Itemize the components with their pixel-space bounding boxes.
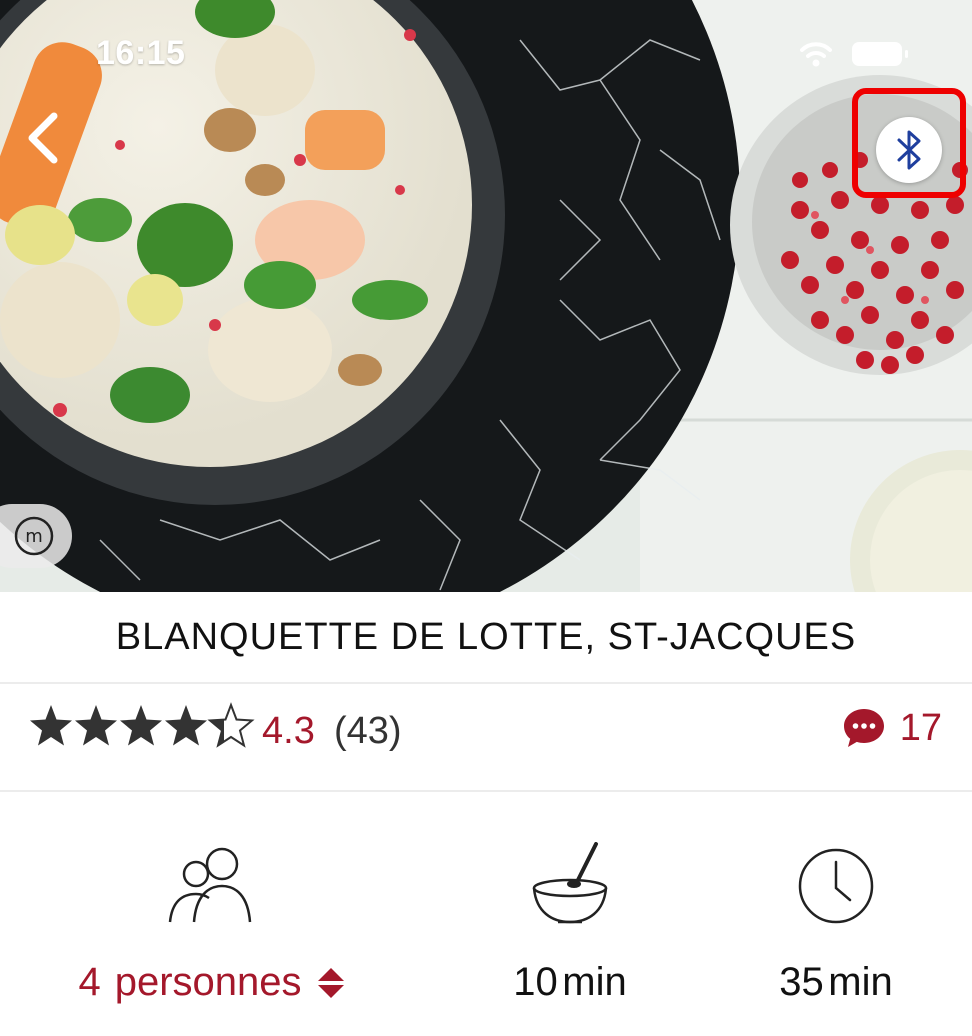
hero-photo [0, 0, 972, 592]
wifi-icon [800, 42, 832, 67]
recipe-title: BLANQUETTE DE LOTTE, ST-JACQUES [115, 615, 857, 658]
recipe-hero-image: 16:15 m [0, 0, 972, 592]
prep-time: 10 min [470, 832, 670, 1005]
stars-graphic [30, 704, 253, 747]
star-rating[interactable] [28, 702, 258, 750]
recipe-info-row: 4 personnes 10 min 35 min [0, 792, 972, 1036]
back-button[interactable] [22, 110, 66, 166]
back-chevron-icon [28, 112, 58, 164]
comments-count: 17 [899, 706, 942, 749]
servings-selector[interactable]: 4 personnes [62, 832, 362, 1005]
rating-value: 4.3 [262, 710, 315, 752]
people-icon [168, 847, 252, 923]
status-time: 16:15 [96, 34, 186, 72]
comment-bubble-icon [843, 709, 884, 747]
star-icon [165, 705, 207, 746]
servings-unit: personnes [114, 960, 302, 1004]
rating-row: 4.3 (43) 17 [0, 684, 972, 790]
prep-unit: min [562, 960, 627, 1004]
total-time-value: 35 min [736, 960, 936, 1005]
prep-time-value: 10 min [470, 960, 670, 1005]
m-logo-icon: m [14, 516, 54, 556]
sort-arrows-icon [317, 967, 344, 998]
total-number: 35 [779, 960, 824, 1004]
bowl-icon [532, 842, 608, 924]
battery-icon [852, 42, 908, 66]
bluetooth-button[interactable] [876, 117, 942, 183]
rating-count: (43) [334, 710, 402, 752]
comments-button[interactable]: 17 [842, 706, 942, 750]
svg-text:m: m [25, 526, 43, 547]
m-logo-button[interactable]: m [0, 504, 72, 568]
total-time: 35 min [736, 832, 936, 1005]
star-icon [209, 704, 253, 747]
prep-number: 10 [513, 960, 558, 1004]
star-icon [30, 705, 72, 746]
clock-icon [798, 848, 874, 924]
total-unit: min [828, 960, 893, 1004]
bluetooth-icon [897, 130, 921, 170]
servings-number: 4 [78, 960, 101, 1004]
star-icon [120, 705, 162, 746]
star-icon [75, 705, 117, 746]
servings-value: 4 personnes [62, 960, 362, 1005]
